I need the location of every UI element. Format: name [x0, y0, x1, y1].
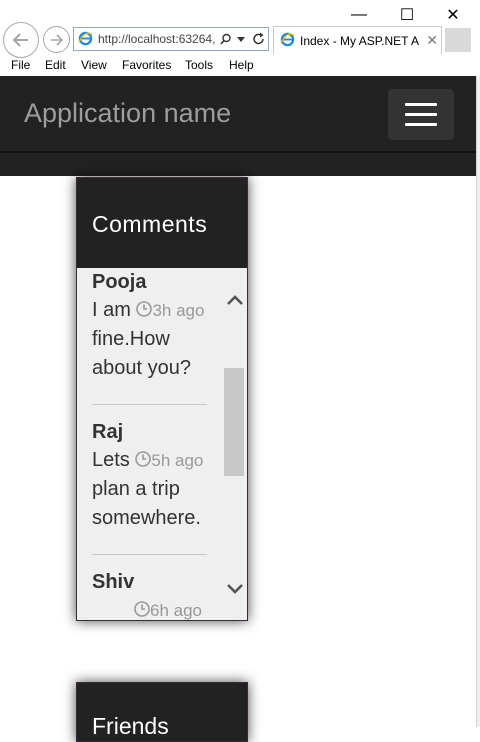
comment-text: somewhere.: [92, 507, 201, 529]
menu-file[interactable]: File: [11, 58, 30, 72]
refresh-icon[interactable]: [252, 32, 266, 46]
navbar-toggle-button[interactable]: [388, 89, 454, 140]
comment-author: Raj: [92, 421, 124, 443]
comment-text-line: 6h ago: [92, 596, 222, 620]
app-brand[interactable]: Application name: [24, 98, 231, 129]
comments-title: Comments: [92, 211, 208, 237]
new-tab-button[interactable]: [445, 28, 471, 52]
dropdown-arrow-icon[interactable]: [237, 37, 245, 43]
comment-text: plan a trip: [92, 478, 180, 500]
comments-panel-header: Comments: [77, 178, 247, 268]
comments-list[interactable]: Pooja I am 3h ago fine.How about you? Ra…: [77, 268, 223, 620]
search-icon[interactable]: [220, 33, 232, 45]
menu-favorites[interactable]: Favorites: [122, 58, 171, 72]
comment-item: Pooja I am 3h ago fine.How about you?: [92, 270, 222, 383]
comment-text: fine.How: [92, 328, 170, 350]
friends-panel: Friends: [76, 682, 248, 742]
comments-panel: Comments Pooja I am 3h ago fine.How abou…: [76, 177, 248, 621]
scrollbar-thumb[interactable]: [224, 368, 244, 476]
scroll-down-chevron-icon[interactable]: [225, 582, 245, 596]
comment-author: Shiv: [92, 571, 135, 593]
clock-icon: [134, 601, 150, 617]
back-button[interactable]: [3, 22, 39, 58]
scroll-up-chevron-icon[interactable]: [225, 293, 245, 307]
back-arrow-icon: [12, 33, 28, 47]
menu-view[interactable]: View: [81, 58, 107, 72]
comment-text: Lets: [92, 449, 130, 471]
menu-bar: File Edit View Favorites Tools Help: [0, 58, 480, 76]
comment-text: about you?: [92, 357, 191, 379]
address-url: http://localhost:63264,: [98, 32, 216, 46]
clock-icon: [136, 301, 153, 317]
tab-close-icon[interactable]: ✕: [426, 32, 438, 49]
comment-text: I am: [92, 299, 131, 321]
clock-icon: [135, 451, 152, 467]
forward-button[interactable]: [43, 26, 70, 53]
menu-edit[interactable]: Edit: [45, 58, 66, 72]
comment-separator: [92, 404, 207, 405]
comment-item: Shiv 6h ago: [92, 570, 222, 620]
browser-tab[interactable]: Index - My ASP.NET A... ✕: [273, 26, 442, 54]
comment-time: 3h ago: [152, 301, 205, 320]
address-bar[interactable]: http://localhost:63264,: [73, 27, 269, 51]
browser-nav-row: http://localhost:63264, Index - My ASP.N…: [0, 22, 480, 58]
comment-item: Raj Lets 5h ago plan a trip somewhere.: [92, 420, 222, 533]
tab-title: Index - My ASP.NET A...: [300, 33, 420, 48]
app-navbar: Application name: [0, 76, 476, 176]
comment-time: 5h ago: [151, 451, 204, 470]
comment-author: Pooja: [92, 271, 147, 293]
comment-time: 6h ago: [150, 601, 202, 620]
forward-arrow-icon: [50, 33, 63, 46]
comment-text-line: I am 3h ago: [92, 296, 222, 325]
ie-page-icon: [78, 31, 93, 46]
ie-tab-icon: [280, 32, 295, 47]
comment-text-line: Lets 5h ago: [92, 446, 222, 475]
menu-help[interactable]: Help: [229, 58, 254, 72]
comment-separator: [92, 554, 207, 555]
window-right-edge: [476, 76, 480, 727]
menu-tools[interactable]: Tools: [185, 58, 213, 72]
navbar-divider: [0, 151, 476, 153]
